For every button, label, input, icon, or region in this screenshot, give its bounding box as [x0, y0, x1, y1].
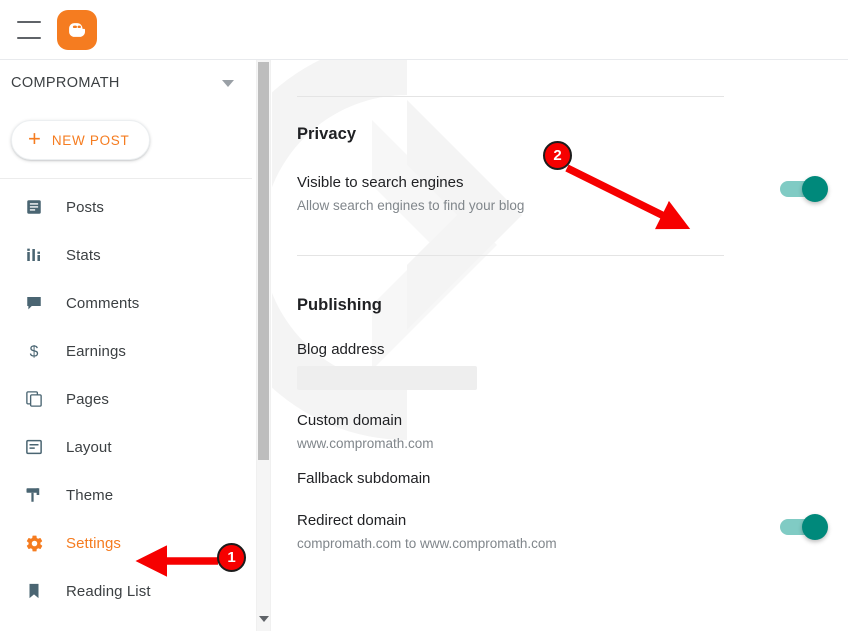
new-post-label: NEW POST — [51, 132, 130, 148]
sidebar-item-label: Comments — [66, 294, 140, 312]
svg-text:$: $ — [30, 343, 39, 360]
sidebar-item-label: Pages — [66, 390, 110, 408]
hamburger-menu-icon[interactable] — [17, 20, 41, 39]
row-sublabel: Allow search engines to find your blog — [297, 198, 525, 213]
layout-icon — [24, 437, 44, 457]
blog-address-redacted-value — [297, 366, 477, 390]
chevron-down-icon[interactable] — [222, 79, 234, 87]
sidebar: COMPROMATH + NEW POST Posts Stats Commen… — [0, 60, 252, 631]
sidebar-item-stats[interactable]: Stats — [0, 231, 252, 279]
reading-list-bookmark-icon — [24, 581, 44, 601]
row-label: Visible to search engines — [297, 174, 464, 191]
sidebar-item-pages[interactable]: Pages — [0, 375, 252, 423]
sidebar-item-settings[interactable]: Settings — [0, 519, 252, 567]
sidebar-item-reading-list[interactable]: Reading List — [0, 567, 252, 615]
blog-selector[interactable]: COMPROMATH — [0, 60, 252, 106]
sidebar-item-label: Posts — [66, 198, 105, 216]
privacy-section-heading: Privacy — [297, 125, 357, 143]
annotation-badge-2: 2 — [543, 141, 572, 170]
sidebar-item-theme[interactable]: Theme — [0, 471, 252, 519]
sidebar-item-label: Settings — [66, 534, 121, 552]
top-app-bar — [0, 0, 848, 60]
blog-name-label: COMPROMATH — [11, 75, 120, 91]
redirect-domain-toggle[interactable] — [780, 514, 828, 540]
earnings-dollar-icon: $ — [24, 341, 44, 361]
new-post-wrapper: + NEW POST — [0, 106, 252, 160]
blogger-settings-screen: COMPROMATH + NEW POST Posts Stats Commen… — [0, 0, 848, 631]
sidebar-item-layout[interactable]: Layout — [0, 423, 252, 471]
toggle-thumb — [802, 514, 828, 540]
sidebar-item-label: Stats — [66, 246, 101, 264]
row-label: Blog address — [297, 341, 385, 358]
scroll-down-arrow-icon[interactable] — [258, 613, 269, 625]
settings-gear-icon — [24, 533, 44, 553]
fallback-subdomain-row[interactable]: Fallback subdomain — [297, 470, 848, 487]
row-label: Redirect domain — [297, 512, 407, 529]
row-sublabel: compromath.com to www.compromath.com — [297, 536, 557, 551]
posts-icon — [24, 197, 44, 217]
sidebar-item-label: Layout — [66, 438, 112, 456]
sidebar-item-label: Earnings — [66, 342, 127, 360]
theme-brush-icon — [24, 485, 44, 505]
sidebar-item-label: Theme — [66, 486, 114, 504]
sidebar-item-label: Reading List — [66, 582, 151, 600]
sidebar-scrollbar-thumb[interactable] — [258, 62, 269, 460]
comments-icon — [24, 293, 44, 313]
custom-domain-row[interactable]: Custom domain www.compromath.com — [297, 412, 848, 451]
new-post-button[interactable]: + NEW POST — [11, 120, 151, 160]
sidebar-item-earnings[interactable]: $ Earnings — [0, 327, 252, 375]
annotation-badge-1: 1 — [217, 543, 246, 572]
pages-icon — [24, 389, 44, 409]
visible-to-search-engines-toggle[interactable] — [780, 176, 828, 202]
blogger-logo-icon[interactable] — [57, 9, 97, 50]
sidebar-nav: Posts Stats Comments $ Earnings Pages La… — [0, 179, 252, 615]
publishing-section-heading: Publishing — [297, 296, 382, 314]
row-label: Custom domain — [297, 412, 403, 429]
visible-to-search-engines-row: Visible to search engines Allow search e… — [297, 174, 848, 213]
row-sublabel: www.compromath.com — [297, 436, 434, 451]
sidebar-item-posts[interactable]: Posts — [0, 183, 252, 231]
blog-address-row[interactable]: Blog address — [297, 341, 848, 390]
stats-icon — [24, 245, 44, 265]
toggle-thumb — [802, 176, 828, 202]
row-label: Fallback subdomain — [297, 470, 431, 487]
redirect-domain-row: Redirect domain compromath.com to www.co… — [297, 512, 848, 551]
sidebar-item-comments[interactable]: Comments — [0, 279, 252, 327]
plus-icon: + — [28, 126, 41, 151]
